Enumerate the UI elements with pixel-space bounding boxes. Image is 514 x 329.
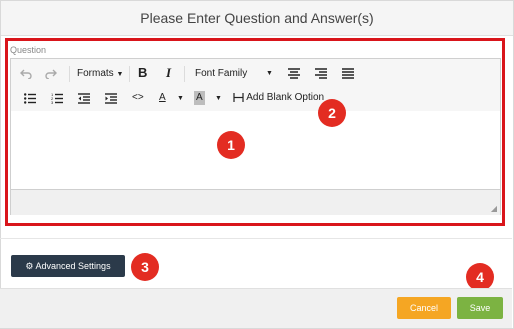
font-family-dropdown[interactable]: Font Family ▼ <box>195 67 273 81</box>
bullet-list-icon[interactable] <box>24 93 36 104</box>
editor-content-area[interactable] <box>11 111 500 189</box>
editor-toolbar: Formats ▼ B I Font Family ▼ 123 <> A ▼ A… <box>11 59 500 112</box>
formats-label: Formats <box>77 68 114 79</box>
gears-icon: ⚙ <box>25 261 34 271</box>
editor-statusbar: ◢ <box>11 189 500 215</box>
callout-badge-1: 1 <box>217 131 245 159</box>
indent-icon[interactable] <box>105 93 117 104</box>
toolbar-separator <box>69 66 70 82</box>
section-divider <box>0 238 512 239</box>
svg-text:3: 3 <box>51 100 54 104</box>
dialog-title: Please Enter Question and Answer(s) <box>1 1 513 36</box>
undo-icon[interactable] <box>20 67 32 79</box>
callout-badge-2: 2 <box>318 99 346 127</box>
redo-icon[interactable] <box>45 67 57 79</box>
bold-button[interactable]: B <box>138 66 147 80</box>
question-label: Question <box>10 45 47 55</box>
align-right-icon[interactable] <box>315 68 327 79</box>
source-code-button[interactable]: <> <box>132 91 144 105</box>
add-blank-option-button[interactable]: Add Blank Option <box>233 91 324 105</box>
add-blank-option-label: Add Blank Option <box>246 92 325 103</box>
cancel-button[interactable]: Cancel <box>397 297 451 319</box>
caret-down-icon[interactable]: ▼ <box>177 92 184 106</box>
caret-down-icon: ▼ <box>266 70 273 77</box>
blank-field-icon <box>233 92 244 102</box>
numbered-list-icon[interactable]: 123 <box>51 93 63 104</box>
caret-down-icon: ▼ <box>116 71 124 78</box>
callout-badge-3: 3 <box>131 253 159 281</box>
resize-handle-icon[interactable]: ◢ <box>491 204 497 213</box>
toolbar-separator <box>129 66 130 82</box>
toolbar-separator <box>184 66 185 82</box>
align-justify-icon[interactable] <box>342 68 354 79</box>
formats-dropdown[interactable]: Formats ▼ <box>77 67 123 82</box>
outdent-icon[interactable] <box>78 93 90 104</box>
align-center-icon[interactable] <box>288 68 300 79</box>
font-family-label: Font Family <box>195 68 248 79</box>
font-color-button[interactable]: A <box>159 91 166 105</box>
save-button[interactable]: Save <box>457 297 503 319</box>
question-editor: Formats ▼ B I Font Family ▼ 123 <> A ▼ A… <box>10 58 501 215</box>
background-color-button[interactable]: A <box>194 91 205 105</box>
caret-down-icon[interactable]: ▼ <box>215 92 222 106</box>
advanced-settings-button[interactable]: ⚙ Advanced Settings <box>11 255 125 277</box>
callout-badge-4: 4 <box>466 263 494 291</box>
italic-button[interactable]: I <box>166 66 171 80</box>
advanced-settings-label: Advanced Settings <box>35 261 111 271</box>
